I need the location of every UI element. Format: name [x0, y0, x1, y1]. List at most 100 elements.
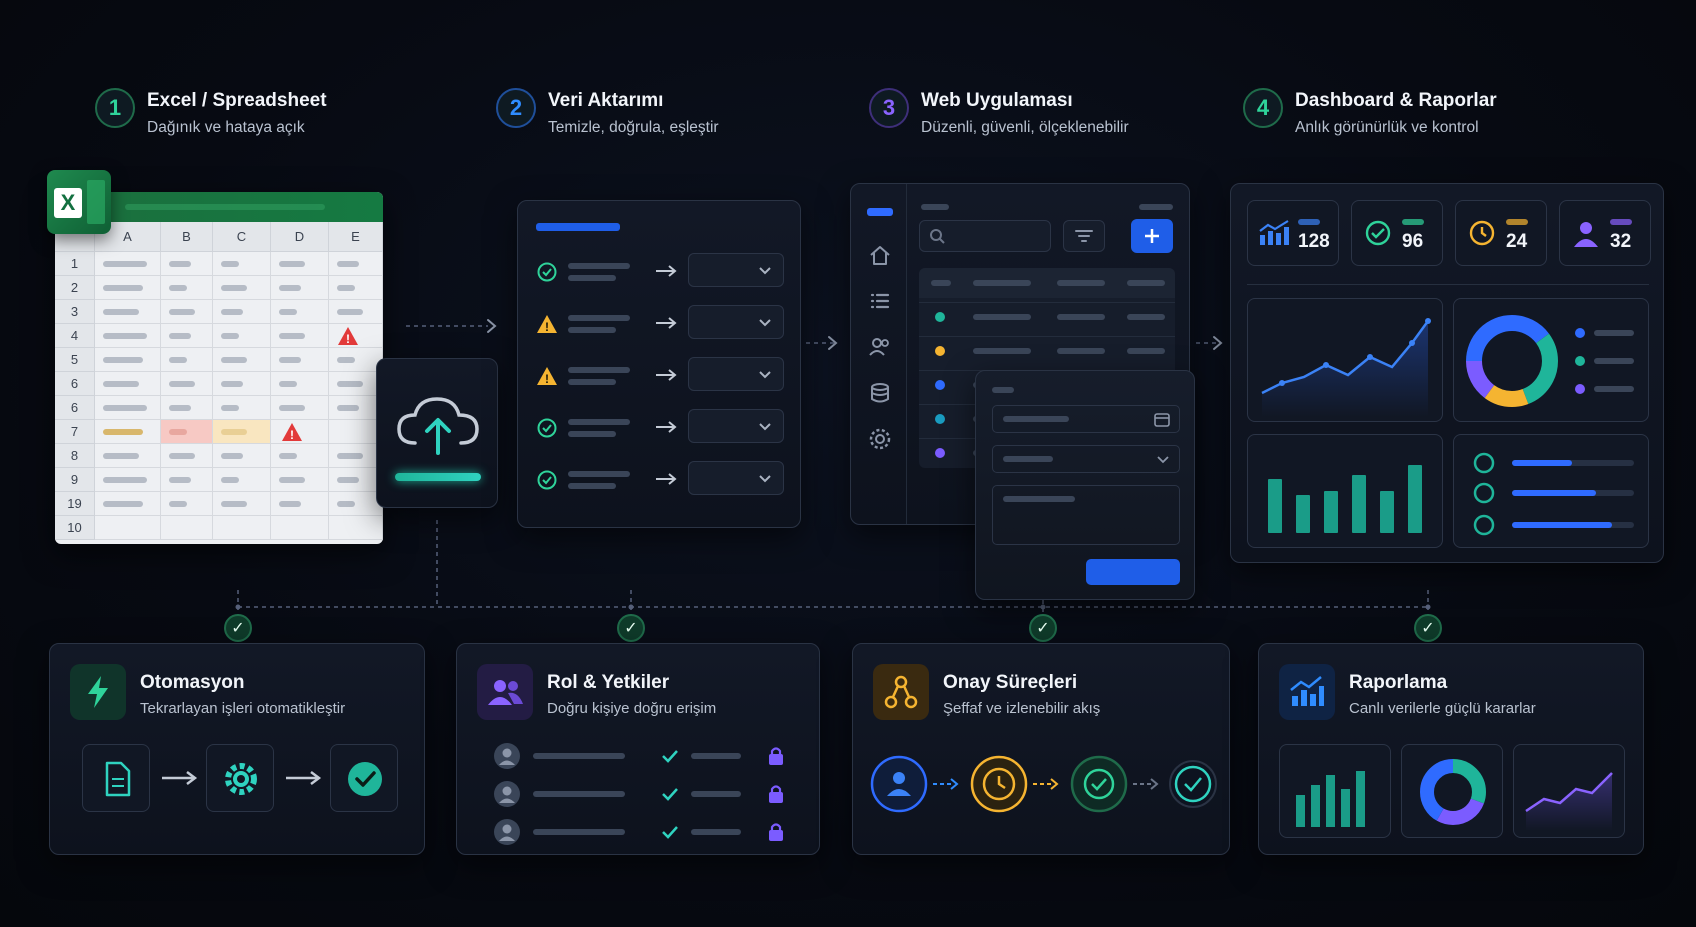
chevron-down-icon: [759, 371, 771, 379]
chevron-down-icon: [759, 423, 771, 431]
arrow-right-icon: [656, 369, 677, 381]
users-icon: [477, 664, 533, 720]
stat-value: 128: [1298, 231, 1330, 252]
mini-bar-chart: [1279, 744, 1391, 838]
stat-card: 128: [1247, 200, 1339, 266]
progress-list-card: [1453, 434, 1649, 548]
mapping-select[interactable]: [688, 461, 784, 495]
home-icon[interactable]: [867, 242, 893, 268]
arrow-right-icon: [656, 473, 677, 485]
form-popover: [975, 370, 1195, 600]
feature-subtitle: Şeffaf ve izlenebilir akış: [943, 700, 1101, 717]
warning-icon: !: [537, 367, 557, 386]
chevron-down-icon: [759, 319, 771, 327]
upload-progress-bar: [395, 473, 481, 481]
bar-chart: [1268, 465, 1422, 533]
check-circle-icon: [1365, 220, 1391, 246]
spreadsheet-mockup: A B C D E 1 2 3 4 5 6 6 7 8 9 19 10!!: [55, 192, 383, 544]
textarea-field[interactable]: [992, 485, 1180, 545]
feature-subtitle: Tekrarlayan işleri otomatikleştir: [140, 700, 346, 717]
check-circle-icon: [537, 418, 557, 438]
chevron-down-icon: [759, 267, 771, 275]
document-icon: [82, 744, 150, 812]
row-header: 3: [55, 300, 95, 324]
check-icon: [662, 826, 678, 839]
warning-icon: !: [537, 315, 557, 334]
mapping-select[interactable]: [688, 357, 784, 391]
check-circle-icon: [330, 744, 398, 812]
check-badge-icon: ✓: [617, 614, 645, 642]
arrow-right-icon: [162, 771, 198, 785]
date-field[interactable]: [992, 405, 1180, 433]
mapping-select[interactable]: [688, 253, 784, 287]
feature-title: Onay Süreçleri: [943, 672, 1078, 693]
arrow-right-icon: [656, 317, 677, 329]
lock-icon: [769, 823, 783, 841]
row-header: 7: [55, 420, 95, 444]
submit-button[interactable]: [1086, 559, 1180, 585]
feature-card-onay-surecleri: Onay Süreçleri Şeffaf ve izlenebilir akı…: [852, 643, 1230, 855]
row-header: 4: [55, 324, 95, 348]
check-circle-icon: [537, 470, 557, 490]
stat-value: 32: [1610, 231, 1632, 252]
mini-donut-chart: [1401, 744, 1503, 838]
row-header: 8: [55, 444, 95, 468]
feature-subtitle: Doğru kişiye doğru erişim: [547, 700, 717, 717]
avatar: [494, 781, 520, 807]
row-header: 6: [55, 372, 95, 396]
mapping-select[interactable]: [688, 409, 784, 443]
stat-card: 24: [1455, 200, 1547, 266]
stat-value: 24: [1506, 231, 1528, 252]
database-icon[interactable]: [867, 380, 893, 406]
select-field[interactable]: [992, 445, 1180, 473]
check-icon: [662, 788, 678, 801]
check-circle-icon: [537, 262, 557, 282]
lock-icon: [769, 747, 783, 765]
arrow-right-icon: [656, 265, 677, 277]
users-icon[interactable]: [867, 334, 893, 360]
mini-line-chart: [1513, 744, 1625, 838]
line-chart: [1261, 318, 1431, 417]
mapping-header-bar: [536, 223, 620, 231]
chevron-down-icon: [1157, 456, 1169, 464]
svg-text:!: !: [346, 332, 350, 346]
feature-card-rol-yetkiler: Rol & Yetkiler Doğru kişiye doğru erişim: [456, 643, 820, 855]
feature-title: Rol & Yetkiler: [547, 672, 670, 693]
feature-card-raporlama: Raporlama Canlı verilerle güçlü kararlar: [1258, 643, 1644, 855]
column-header: E: [329, 222, 383, 252]
donut-chart-card: [1453, 298, 1649, 422]
search-icon: [930, 229, 945, 244]
avatar: [494, 819, 520, 845]
dashboard-panel: 128 96 24 32: [1230, 183, 1664, 563]
filter-button[interactable]: [1063, 220, 1105, 252]
sidebar-active-bar: [867, 208, 893, 216]
plus-icon: [1145, 229, 1159, 243]
stat-card: 96: [1351, 200, 1443, 266]
clock-icon: [1469, 220, 1495, 246]
row-header: 9: [55, 468, 95, 492]
list-icon[interactable]: [867, 288, 893, 314]
workflow-icon: [873, 664, 929, 720]
row-header: 5: [55, 348, 95, 372]
chart-up-icon: [1279, 664, 1335, 720]
search-input[interactable]: [919, 220, 1051, 252]
svg-text:!: !: [545, 320, 549, 334]
feature-title: Otomasyon: [140, 672, 245, 693]
chevron-down-icon: [759, 475, 771, 483]
gear-icon[interactable]: [867, 426, 893, 452]
check-badge-icon: ✓: [1414, 614, 1442, 642]
warning-icon: !: [282, 423, 302, 442]
arrow-right-icon: [656, 421, 677, 433]
warning-icon: !: [338, 327, 358, 346]
chart-up-icon: [1259, 220, 1289, 245]
excel-logo-icon: X: [47, 170, 111, 234]
stat-value: 96: [1402, 231, 1424, 252]
stat-card: 32: [1559, 200, 1651, 266]
add-button[interactable]: [1131, 219, 1173, 253]
svg-text:!: !: [290, 428, 294, 442]
avatar: [494, 743, 520, 769]
feature-subtitle: Canlı verilerle güçlü kararlar: [1349, 700, 1536, 717]
upload-card: [376, 358, 498, 508]
data-mapping-panel: !!: [517, 200, 801, 528]
mapping-select[interactable]: [688, 305, 784, 339]
